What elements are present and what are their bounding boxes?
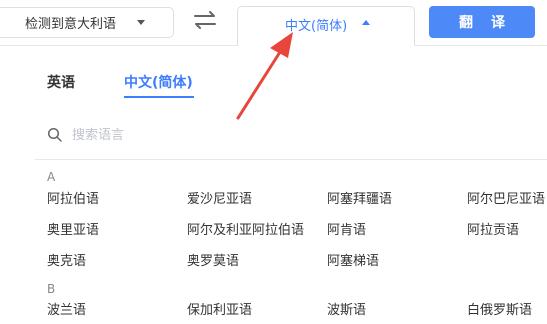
chevron-down-icon xyxy=(137,20,145,25)
annotation-arrow-icon xyxy=(236,32,293,120)
search-icon xyxy=(47,127,62,142)
language-option[interactable]: 阿拉贡语 xyxy=(467,219,519,238)
active-tab-indicator xyxy=(124,96,194,98)
language-option[interactable]: 爱沙尼亚语 xyxy=(187,188,252,207)
language-search-input[interactable] xyxy=(72,123,532,147)
target-language-select[interactable]: 中文(简体) xyxy=(237,6,415,46)
language-option[interactable]: 波斯语 xyxy=(327,299,366,318)
language-option[interactable]: 波兰语 xyxy=(47,299,86,318)
language-option[interactable]: 阿尔及利亚阿拉伯语 xyxy=(187,219,304,238)
chevron-up-icon xyxy=(362,20,370,25)
translate-button[interactable]: 翻译 xyxy=(429,6,535,38)
swap-languages-icon[interactable] xyxy=(191,9,219,31)
language-option[interactable]: 奥里亚语 xyxy=(47,219,99,238)
tab-english[interactable]: 英语 xyxy=(47,72,75,92)
language-option[interactable]: 奥克语 xyxy=(47,250,86,269)
language-option[interactable]: 阿塞梯语 xyxy=(327,250,379,269)
language-option[interactable]: 阿拉伯语 xyxy=(47,188,99,207)
divider xyxy=(415,45,547,46)
group-letter-b: B xyxy=(47,282,56,296)
language-option[interactable]: 白俄罗斯语 xyxy=(467,299,532,318)
divider xyxy=(0,45,237,46)
language-option[interactable]: 保加利亚语 xyxy=(187,299,252,318)
target-language-label: 中文(简体) xyxy=(285,19,348,34)
tab-chinese-simplified[interactable]: 中文(简体) xyxy=(124,72,193,92)
language-option[interactable]: 阿塞拜疆语 xyxy=(327,188,392,207)
source-language-label: 检测到意大利语 xyxy=(25,17,117,32)
divider xyxy=(35,159,547,160)
language-option[interactable]: 奥罗莫语 xyxy=(187,250,239,269)
source-language-select[interactable]: 检测到意大利语 xyxy=(0,7,174,38)
language-option[interactable]: 阿尔巴尼亚语 xyxy=(467,188,545,207)
language-toolbar: 检测到意大利语 中文(简体) 翻译 xyxy=(0,0,547,46)
language-option[interactable]: 阿肯语 xyxy=(327,219,366,238)
group-letter-a: A xyxy=(47,170,56,184)
